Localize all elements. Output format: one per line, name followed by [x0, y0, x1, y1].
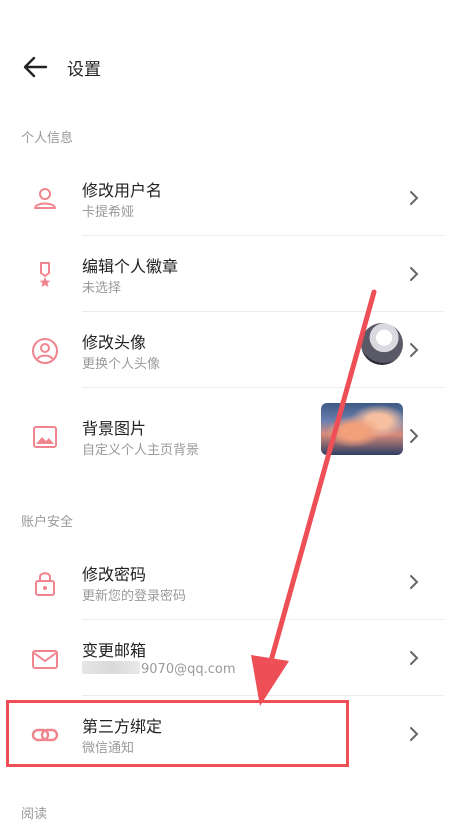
chevron-right-icon [410, 727, 419, 741]
row-label: 变更邮箱 [82, 641, 147, 660]
image-icon [33, 426, 57, 448]
row-label: 背景图片 [82, 419, 147, 438]
chevron-right-icon [410, 267, 419, 281]
background-thumbnail [321, 403, 403, 455]
row-label: 修改头像 [82, 333, 147, 352]
row-subtitle: 更新您的登录密码 [82, 589, 187, 604]
row-label: 第三方绑定 [82, 717, 163, 736]
top-bar: 设置 [0, 42, 459, 92]
divider [82, 387, 444, 388]
chevron-right-icon [410, 651, 419, 665]
chevron-right-icon [410, 429, 419, 443]
section-personal-info: 个人信息 [21, 131, 74, 146]
row-change-email[interactable]: 变更邮箱 9070@qq.com [0, 620, 459, 696]
page-title: 设置 [67, 60, 101, 80]
row-subtitle: 9070@qq.com [82, 661, 236, 677]
row-subtitle: 未选择 [82, 281, 122, 296]
user-circle-icon [32, 338, 58, 364]
row-label: 编辑个人徽章 [82, 257, 179, 276]
link-icon [31, 728, 59, 742]
row-label: 修改密码 [82, 565, 147, 584]
avatar-thumbnail [361, 323, 403, 365]
chevron-right-icon [410, 191, 419, 205]
chevron-right-icon [410, 343, 419, 357]
row-edit-badge[interactable]: 编辑个人徽章 未选择 [0, 236, 459, 312]
row-change-username[interactable]: 修改用户名 卡提希娅 [0, 160, 459, 236]
row-subtitle: 自定义个人主页背景 [82, 443, 200, 458]
row-subtitle: 卡提希娅 [82, 205, 135, 220]
row-subtitle: 微信通知 [82, 741, 135, 756]
row-label: 修改用户名 [82, 181, 163, 200]
arrow-left-icon [23, 56, 48, 78]
row-subtitle: 更换个人头像 [82, 357, 161, 372]
medal-icon [39, 262, 51, 287]
chevron-right-icon [410, 575, 419, 589]
row-third-party-binding[interactable]: 第三方绑定 微信通知 [0, 696, 459, 772]
row-change-password[interactable]: 修改密码 更新您的登录密码 [0, 544, 459, 620]
back-button[interactable] [20, 54, 50, 80]
person-icon [34, 188, 56, 209]
row-background-image[interactable]: 背景图片 自定义个人主页背景 [0, 398, 459, 474]
email-suffix: 9070@qq.com [141, 662, 236, 677]
lock-icon [35, 572, 55, 596]
section-reading: 阅读 [21, 807, 48, 822]
row-change-avatar[interactable]: 修改头像 更换个人头像 [0, 312, 459, 388]
mail-icon [32, 650, 58, 669]
section-account-security: 账户安全 [21, 515, 74, 530]
redacted-email-prefix [82, 661, 140, 674]
